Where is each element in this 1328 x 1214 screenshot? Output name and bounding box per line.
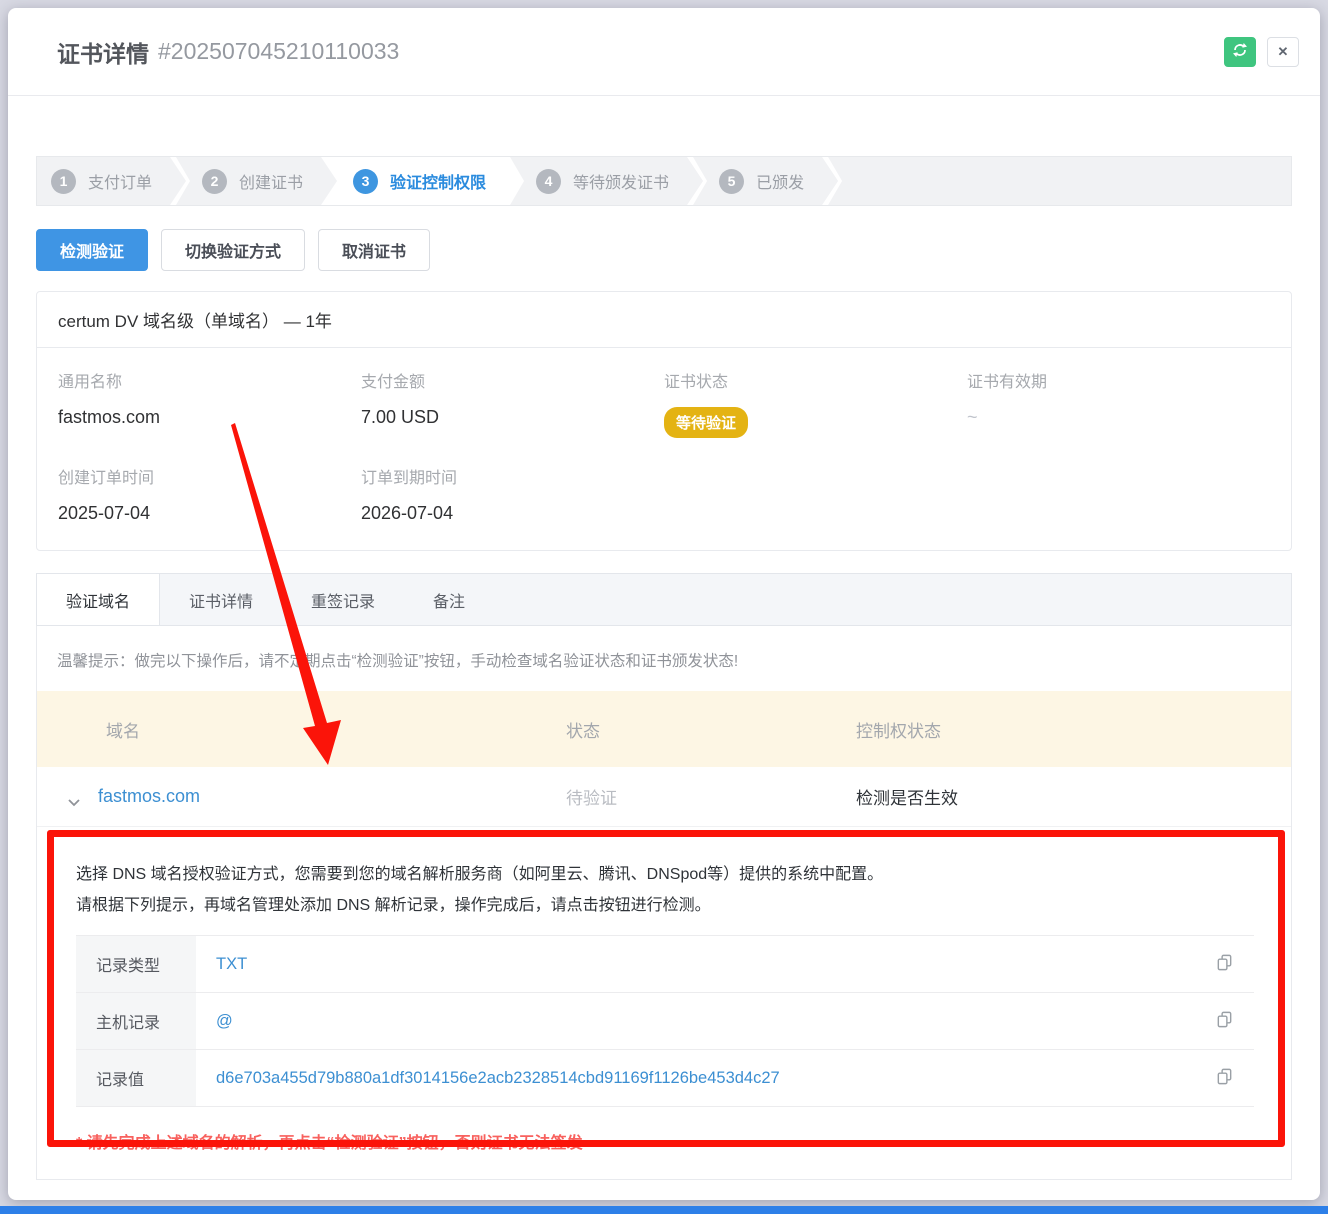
check-validation-button[interactable]: 检测验证	[36, 229, 148, 271]
dns-record-row-value: 记录值 d6e703a455d79b880a1df3014156e2acb232…	[76, 1050, 1254, 1107]
step-pay-order: 1 支付订单	[37, 157, 186, 205]
row-status: 待验证	[542, 784, 832, 809]
step-wizard-filler	[828, 157, 1291, 205]
refresh-icon	[1232, 42, 1248, 61]
domain-table-header: 域名 状态 控制权状态	[37, 691, 1291, 767]
dns-warning: * 请先完成上述域名的解析，再点击“检测验证”按钮，否则证书无法签发	[76, 1129, 1254, 1153]
modal-header: 证书详情 #202507045210110033 ✕	[8, 8, 1320, 96]
field-order-expire: 订单到期时间 2026-07-04	[361, 464, 664, 524]
refresh-button[interactable]	[1224, 37, 1256, 67]
record-label: 记录值	[76, 1050, 196, 1106]
step-create-cert: 2 创建证书	[176, 157, 337, 205]
field-cert-validity: 证书有效期 ~	[967, 368, 1270, 438]
tab-remark[interactable]: 备注	[404, 574, 494, 625]
order-card: certum DV 域名级（单域名） — 1年 通用名称 fastmos.com…	[36, 291, 1292, 551]
dns-verification-section: 选择 DNS 域名授权验证方式，您需要到您的域名解析服务商（如阿里云、腾讯、DN…	[37, 827, 1291, 1179]
dns-record-row-host: 主机记录 @	[76, 993, 1254, 1050]
close-icon: ✕	[1278, 44, 1289, 60]
tip-text: 温馨提示：做完以下操作后，请不定期点击“检测验证”按钮，手动检查域名验证状态和证…	[37, 626, 1291, 691]
page-title: 证书详情	[57, 35, 149, 69]
close-button[interactable]: ✕	[1267, 37, 1299, 67]
product-title: certum DV 域名级（单域名） — 1年	[37, 292, 1291, 348]
tab-cert-detail[interactable]: 证书详情	[160, 574, 282, 625]
chevron-down-icon[interactable]	[67, 792, 81, 801]
step-number: 1	[51, 169, 76, 194]
copy-button[interactable]	[1213, 1065, 1236, 1091]
order-number: #202507045210110033	[158, 38, 399, 65]
tab-resign-record[interactable]: 重签记录	[282, 574, 404, 625]
copy-icon	[1215, 960, 1234, 975]
domain-link[interactable]: fastmos.com	[98, 786, 200, 807]
field-common-name: 通用名称 fastmos.com	[58, 368, 361, 438]
record-label: 主机记录	[76, 993, 196, 1049]
copy-icon	[1215, 1017, 1234, 1032]
cancel-cert-button[interactable]: 取消证书	[318, 229, 430, 271]
record-value: d6e703a455d79b880a1df3014156e2acb2328514…	[196, 1050, 780, 1106]
bottom-blue-strip	[0, 1206, 1328, 1214]
record-label: 记录类型	[76, 936, 196, 992]
step-number: 4	[536, 169, 561, 194]
step-issued: 5 已颁发	[693, 157, 838, 205]
dns-record-row-type: 记录类型 TXT	[76, 936, 1254, 993]
tab-panel: 温馨提示：做完以下操作后，请不定期点击“检测验证”按钮，手动检查域名验证状态和证…	[36, 625, 1292, 1180]
tab-bar: 验证域名 证书详情 重签记录 备注	[36, 573, 1292, 625]
switch-method-button[interactable]: 切换验证方式	[161, 229, 305, 271]
toolbar: 检测验证 切换验证方式 取消证书	[36, 229, 1292, 271]
dns-instruction-line1: 选择 DNS 域名授权验证方式，您需要到您的域名解析服务商（如阿里云、腾讯、DN…	[76, 859, 1254, 890]
step-wizard: 1 支付订单 2 创建证书 3 验证控制权限 4 等待颁发证书 5 已颁发	[36, 156, 1292, 206]
certificate-detail-modal: 证书详情 #202507045210110033 ✕	[8, 8, 1320, 1200]
field-pay-amount: 支付金额 7.00 USD	[361, 368, 664, 438]
dns-instruction-line2: 请根据下列提示，再域名管理处添加 DNS 解析记录，操作完成后，请点击按钮进行检…	[76, 890, 1254, 921]
field-order-created: 创建订单时间 2025-07-04	[58, 464, 361, 524]
copy-button[interactable]	[1213, 1008, 1236, 1034]
domain-row: fastmos.com 待验证 检测是否生效	[37, 767, 1291, 827]
step-wait-issue: 4 等待颁发证书	[510, 157, 703, 205]
copy-icon	[1215, 1074, 1234, 1089]
record-value: @	[196, 993, 233, 1049]
step-verify-control: 3 验证控制权限	[327, 157, 520, 205]
step-number: 2	[202, 169, 227, 194]
tab-verify-domain[interactable]: 验证域名	[37, 574, 160, 625]
record-value: TXT	[196, 936, 247, 992]
control-status-action[interactable]: 检测是否生效	[832, 784, 1291, 809]
step-number: 3	[353, 169, 378, 194]
status-badge: 等待验证	[664, 407, 748, 438]
step-number: 5	[719, 169, 744, 194]
dns-record-table: 记录类型 TXT 主机记录	[76, 935, 1254, 1107]
field-cert-status: 证书状态 等待验证	[664, 368, 967, 438]
copy-button[interactable]	[1213, 951, 1236, 977]
